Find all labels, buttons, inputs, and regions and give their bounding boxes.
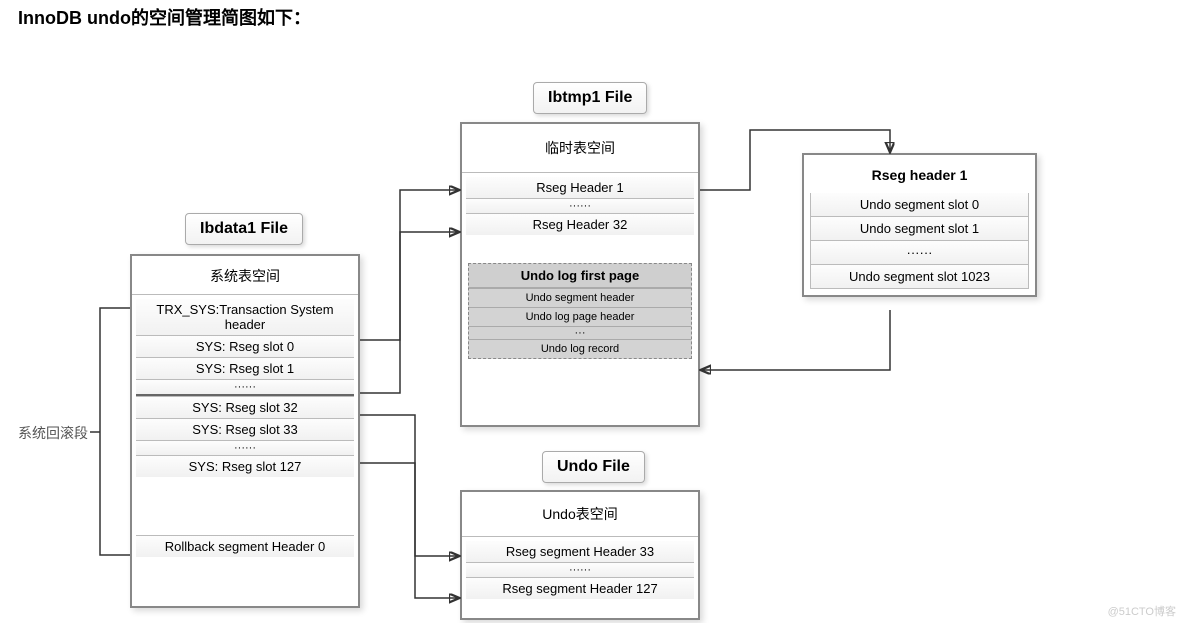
- undo-log-row: ···: [469, 326, 691, 339]
- caption-rollback: 系统回滚段: [18, 423, 88, 443]
- ibdata1-footer: Rollback segment Header 0: [136, 535, 354, 557]
- undo-log-group: Undo log first page Undo segment header …: [468, 263, 692, 359]
- watermark: @51CTO博客: [1108, 603, 1176, 619]
- ibdata1-row: SYS: Rseg slot 33: [136, 418, 354, 440]
- label-undofile: Undo File: [542, 451, 645, 483]
- label-ibtmp1: Ibtmp1 File: [533, 82, 647, 114]
- undofile-row: ······: [466, 562, 694, 577]
- ibtmp1-row: Rseg Header 1: [466, 177, 694, 198]
- ibdata1-header: 系统表空间: [132, 256, 358, 295]
- ibtmp1-header: 临时表空间: [462, 124, 698, 173]
- ibdata1-row: ······: [136, 440, 354, 455]
- ibtmp1-row: ······: [466, 198, 694, 213]
- label-ibdata1: Ibdata1 File: [185, 213, 303, 245]
- undofile-header: Undo表空间: [462, 492, 698, 537]
- undo-log-row: Undo log record: [469, 339, 691, 358]
- undofile-box: Undo表空间 Rseg segment Header 33 ······ Rs…: [460, 490, 700, 620]
- undo-log-row: Undo segment header: [469, 288, 691, 307]
- undofile-row: Rseg segment Header 33: [466, 541, 694, 562]
- ibdata1-row: SYS: Rseg slot 0: [136, 335, 354, 357]
- rseg-box: Rseg header 1 Undo segment slot 0 Undo s…: [802, 153, 1037, 297]
- rseg-row: Undo segment slot 1023: [810, 265, 1029, 289]
- ibdata1-row: SYS: Rseg slot 1: [136, 357, 354, 379]
- ibdata1-box: 系统表空间 TRX_SYS:Transaction System header …: [130, 254, 360, 608]
- undo-log-row: Undo log page header: [469, 307, 691, 326]
- rseg-row: ······: [810, 241, 1029, 265]
- ibdata1-row: ······: [136, 379, 354, 394]
- ibtmp1-box: 临时表空间 Rseg Header 1 ······ Rseg Header 3…: [460, 122, 700, 427]
- ibdata1-row: SYS: Rseg slot 127: [136, 455, 354, 477]
- ibdata1-row: TRX_SYS:Transaction System header: [136, 299, 354, 335]
- rseg-row: Undo segment slot 0: [810, 193, 1029, 217]
- undo-log-title: Undo log first page: [469, 264, 691, 288]
- rseg-title: Rseg header 1: [810, 161, 1029, 193]
- undofile-row: Rseg segment Header 127: [466, 577, 694, 599]
- ibtmp1-row: Rseg Header 32: [466, 213, 694, 235]
- page-title: InnoDB undo的空间管理简图如下：: [18, 4, 311, 30]
- rseg-row: Undo segment slot 1: [810, 217, 1029, 241]
- ibdata1-row: SYS: Rseg slot 32: [136, 396, 354, 418]
